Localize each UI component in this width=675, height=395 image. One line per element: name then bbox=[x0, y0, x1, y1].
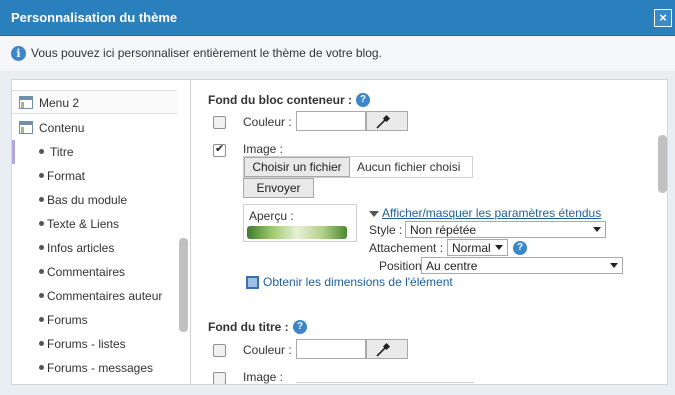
couleur-field[interactable] bbox=[296, 111, 366, 131]
sidebar-item-label: Texte & Liens bbox=[47, 217, 120, 231]
sidebar-item-label: Commentaires auteur bbox=[47, 289, 163, 303]
section-title-bloc-conteneur: Fond du bloc conteneur : bbox=[208, 93, 352, 107]
image-label: Image : bbox=[243, 142, 284, 156]
style-label: Style : bbox=[369, 223, 403, 237]
caret-down-icon bbox=[369, 211, 379, 217]
bullet-icon bbox=[39, 197, 44, 202]
sidebar-item-forums-listes[interactable]: Forums - listes bbox=[12, 332, 177, 356]
bullet-icon bbox=[39, 149, 44, 154]
info-icon: i bbox=[11, 46, 26, 61]
sidebar-item-label: Forums - messages bbox=[47, 361, 154, 375]
section-title-fond-titre: Fond du titre : bbox=[208, 320, 289, 334]
titre-image-label: Image : bbox=[243, 370, 284, 384]
sidebar-item-label: Contenu bbox=[39, 121, 85, 135]
bullet-icon bbox=[39, 221, 44, 226]
send-button[interactable]: Envoyer bbox=[243, 178, 314, 198]
titre-couleur-label: Couleur : bbox=[243, 343, 292, 357]
titre-file-input[interactable] bbox=[296, 382, 474, 384]
choose-file-button[interactable]: Choisir un fichier bbox=[244, 157, 350, 177]
sidebar-item-forums-messages[interactable]: Forums - messages bbox=[12, 356, 177, 380]
chevron-down-icon bbox=[610, 263, 618, 268]
file-input[interactable]: Choisir un fichier Aucun fichier choisi bbox=[243, 156, 473, 178]
dialog-title: Personnalisation du thème bbox=[11, 10, 178, 25]
chevron-down-icon bbox=[593, 227, 601, 232]
sidebar-item-label: Titre bbox=[50, 145, 74, 159]
help-icon[interactable]: ? bbox=[293, 320, 307, 334]
sidebar-item-commentaires-auteur[interactable]: Commentaires auteur bbox=[12, 284, 177, 308]
sidebar-scrollbar[interactable] bbox=[179, 238, 188, 332]
sidebar-item-label: Commentaires bbox=[47, 265, 126, 279]
sidebar-item-forums[interactable]: Forums bbox=[12, 308, 177, 332]
no-file-text: Aucun fichier choisi bbox=[357, 160, 461, 174]
couleur-label: Couleur : bbox=[243, 115, 292, 129]
sidebar-item-titre[interactable]: Titre bbox=[12, 140, 177, 164]
content-scrollbar[interactable] bbox=[658, 135, 667, 193]
sidebar-item-label: Menu 2 bbox=[39, 96, 80, 110]
sidebar-item-label: Format bbox=[47, 169, 86, 183]
close-button[interactable]: × bbox=[654, 9, 672, 27]
toggle-advanced-link[interactable]: Afficher/masquer les paramètres étendus bbox=[382, 206, 601, 220]
sidebar-item-texte-liens[interactable]: Texte & Liens bbox=[12, 212, 177, 236]
titre-couleur-checkbox[interactable] bbox=[213, 344, 226, 357]
bullet-icon bbox=[39, 365, 44, 370]
help-icon[interactable]: ? bbox=[513, 241, 527, 255]
dialog-titlebar: Personnalisation du thème × bbox=[0, 0, 675, 36]
style-select[interactable]: Non répétée bbox=[405, 221, 606, 238]
image-preview: Aperçu : bbox=[243, 204, 357, 242]
sidebar-item-menu-2[interactable]: Menu 2 bbox=[12, 90, 177, 114]
sidebar-item-label: Bas du module bbox=[47, 193, 128, 207]
sidebar-item-label: Forums bbox=[47, 313, 88, 327]
get-dimensions-link[interactable]: Obtenir les dimensions de l'élément bbox=[263, 275, 453, 289]
sidebar-item-infos-articles[interactable]: Infos articles bbox=[12, 236, 177, 260]
style-select-value: Non répétée bbox=[410, 223, 477, 237]
titre-image-checkbox[interactable] bbox=[213, 372, 226, 384]
image-checkbox[interactable] bbox=[213, 142, 226, 157]
bullet-icon bbox=[39, 269, 44, 274]
preview-label: Aperçu : bbox=[249, 209, 294, 223]
preview-image bbox=[247, 226, 347, 239]
chevron-down-icon bbox=[495, 245, 503, 250]
sidebar-item-bas-du-module[interactable]: Bas du module bbox=[12, 188, 177, 212]
sidebar-item-format[interactable]: Format bbox=[12, 164, 177, 188]
bullet-icon bbox=[39, 317, 44, 322]
bullet-icon bbox=[39, 341, 44, 346]
editor-frame: Menu 2 Contenu Titre Format Bas du modul… bbox=[11, 79, 668, 385]
bullet-icon bbox=[39, 293, 44, 298]
sidebar-item-label: Infos articles bbox=[47, 241, 115, 255]
position-select-value: Au centre bbox=[426, 259, 478, 273]
sidebar-item-label: Forums - listes bbox=[47, 337, 126, 351]
attachement-label: Attachement : bbox=[369, 241, 444, 255]
attachement-select-value: Normal bbox=[452, 241, 491, 255]
position-select[interactable]: Au centre bbox=[421, 257, 623, 274]
help-icon[interactable]: ? bbox=[356, 93, 370, 107]
info-bar: i Vous pouvez ici personnaliser entièrem… bbox=[0, 37, 675, 71]
attachement-select[interactable]: Normal bbox=[447, 239, 508, 256]
info-text: Vous pouvez ici personnaliser entièremen… bbox=[31, 46, 382, 60]
sidebar-item-contenu[interactable]: Contenu bbox=[12, 116, 177, 140]
couleur-checkbox[interactable] bbox=[213, 116, 226, 129]
bullet-icon bbox=[39, 173, 44, 178]
settings-panel: Fond du bloc conteneur : ? Couleur : Ima… bbox=[192, 80, 667, 384]
color-picker-button[interactable] bbox=[366, 111, 408, 131]
bullet-icon bbox=[39, 245, 44, 250]
window-icon bbox=[19, 96, 33, 109]
window-icon bbox=[19, 121, 33, 134]
eyedropper-icon bbox=[376, 114, 391, 129]
eyedropper-icon bbox=[376, 342, 391, 357]
dimensions-icon bbox=[246, 276, 259, 289]
sidebar: Menu 2 Contenu Titre Format Bas du modul… bbox=[12, 80, 191, 384]
titre-color-picker-button[interactable] bbox=[366, 339, 408, 359]
sidebar-item-commentaires[interactable]: Commentaires bbox=[12, 260, 177, 284]
titre-couleur-field[interactable] bbox=[296, 339, 366, 359]
